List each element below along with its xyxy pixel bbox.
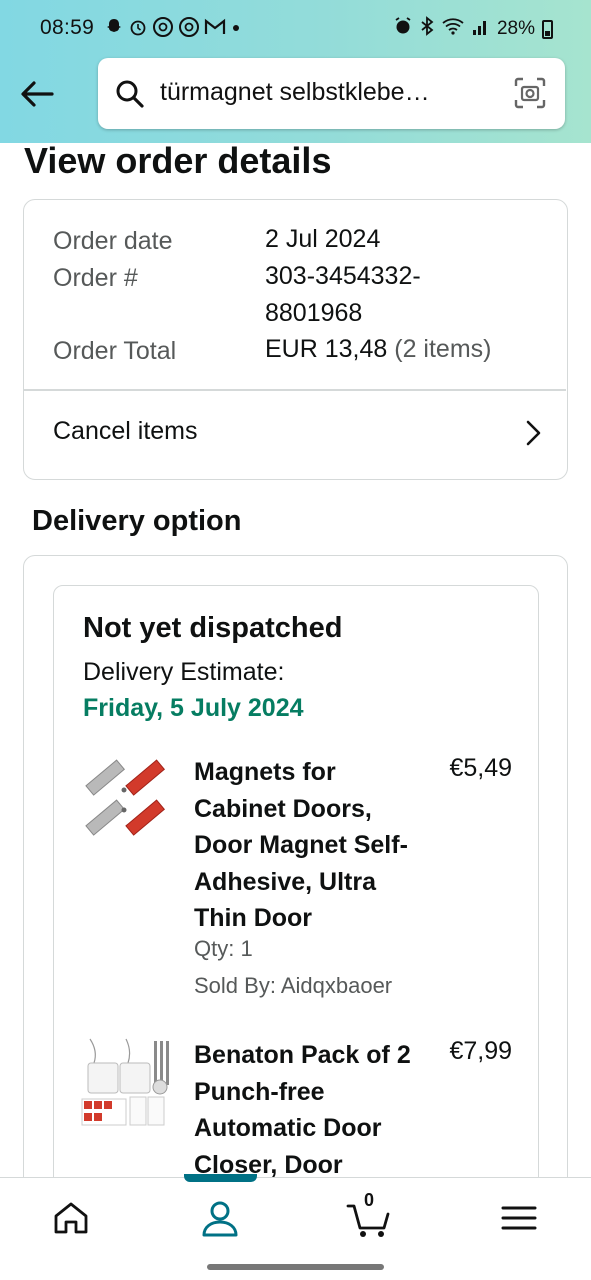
snapchat-icon [104, 17, 124, 43]
gesture-handle[interactable] [207, 1264, 384, 1270]
delivery-card: Not yet dispatched Delivery Estimate: Fr… [23, 555, 568, 1225]
home-icon[interactable] [49, 1196, 93, 1240]
status-bar: 08:59 28% [0, 0, 591, 56]
order-number-value: 303-3454332- 8801968 [265, 258, 421, 332]
header-bar: 08:59 28% türmagnet selbstklebe… [0, 0, 591, 143]
order-item-count: (2 items) [394, 335, 492, 363]
battery-percent: 28% [496, 18, 535, 39]
product-title[interactable]: Benaton Pack of 2 Punch-free Automatic D… [194, 1037, 414, 1183]
product-title[interactable]: Magnets for Cabinet Doors, Door Magnet S… [194, 754, 414, 937]
bottom-navigation: 0 [0, 1174, 591, 1257]
battery-icon [542, 19, 553, 39]
search-icon[interactable] [114, 78, 146, 110]
system-icons: 28% [393, 16, 553, 42]
order-number-line2: 8801968 [265, 299, 363, 327]
product-image[interactable] [80, 754, 174, 848]
menu-icon[interactable] [497, 1196, 541, 1240]
chevron-right-icon [522, 418, 544, 448]
product-price: €5,49 [449, 754, 512, 782]
order-total-amount: EUR 13,48 [265, 335, 388, 363]
wifi-icon [441, 16, 465, 42]
account-icon[interactable] [198, 1196, 242, 1240]
threads-icon [152, 16, 174, 44]
active-tab-indicator [184, 1174, 257, 1182]
cart-count-badge: 0 [364, 1190, 375, 1210]
product-quantity: Qty: 1 [194, 936, 253, 961]
order-number-label: Order # [53, 264, 138, 292]
shipment-status: Not yet dispatched [83, 612, 343, 644]
order-date-value: 2 Jul 2024 [265, 225, 381, 253]
order-summary-card: Order date 2 Jul 2024 Order # 303-345433… [23, 199, 568, 480]
bluetooth-icon [420, 16, 434, 42]
product-price: €7,99 [449, 1037, 512, 1065]
camera-search-icon[interactable] [513, 76, 547, 110]
delivery-estimate-label: Delivery Estimate: [83, 658, 285, 686]
order-total-label: Order Total [53, 337, 177, 365]
cancel-items-row[interactable]: Cancel items [24, 390, 566, 478]
cart-icon[interactable]: 0 [346, 1190, 390, 1240]
dot-icon [230, 17, 242, 43]
status-time: 08:59 [40, 16, 95, 39]
alarm-icon [128, 17, 148, 43]
product-seller: Sold By: Aidqxbaoer [194, 973, 393, 998]
threads-icon [178, 16, 200, 44]
delivery-section-title: Delivery option [32, 505, 242, 537]
page-title: View order details [24, 140, 332, 181]
order-date-label: Order date [53, 227, 173, 255]
notification-icons [104, 16, 242, 44]
back-arrow-icon[interactable] [18, 74, 58, 114]
signal-icon [472, 16, 490, 42]
search-input[interactable]: türmagnet selbstklebe… [160, 78, 490, 107]
order-total-value: EUR 13,48 (2 items) [265, 331, 491, 368]
order-number-line1: 303-3454332- [265, 262, 421, 290]
alarm-icon [393, 16, 413, 42]
cancel-items-label: Cancel items [53, 417, 198, 445]
product-image[interactable] [80, 1037, 174, 1131]
shipment-box: Not yet dispatched Delivery Estimate: Fr… [53, 585, 539, 1225]
search-bar[interactable]: türmagnet selbstklebe… [98, 58, 565, 129]
delivery-estimate-date: Friday, 5 July 2024 [83, 694, 304, 722]
gmail-icon [204, 18, 226, 42]
